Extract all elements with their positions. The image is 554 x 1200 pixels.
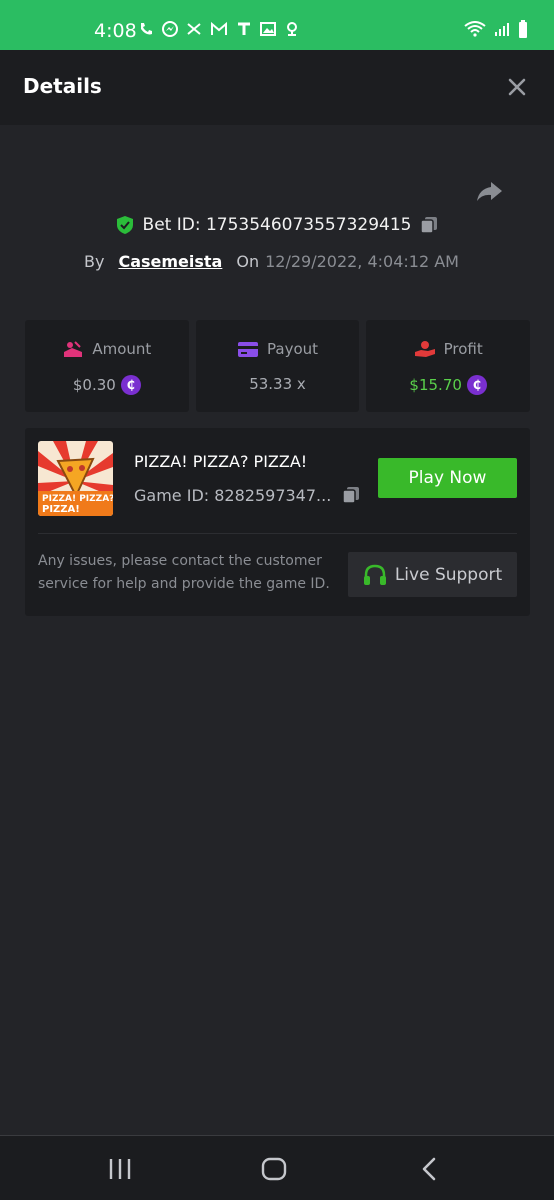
- app-icon: [187, 23, 201, 35]
- game-id: Game ID: 8282597347...: [134, 485, 332, 505]
- profit-value: $15.70: [409, 376, 462, 394]
- image-icon: [260, 22, 276, 36]
- page-title: Details: [23, 74, 102, 98]
- game-id-row: Game ID: 8282597347...: [134, 485, 361, 505]
- on-label: On: [236, 252, 260, 271]
- username-link[interactable]: Casemeista: [118, 252, 222, 271]
- profit-card: Profit $15.70 ₵: [366, 320, 531, 412]
- back-icon[interactable]: [417, 1156, 443, 1182]
- game-title: PIZZA! PIZZA? PIZZA!: [134, 452, 308, 471]
- by-label: By: [84, 252, 105, 271]
- notification-icons: [138, 21, 300, 37]
- play-now-button[interactable]: Play Now: [378, 458, 517, 498]
- bet-id-row: Bet ID: 1753546073557329415: [0, 215, 554, 243]
- system-nav-bar: [0, 1135, 554, 1200]
- live-support-button[interactable]: Live Support: [348, 552, 517, 597]
- gmail-icon: [211, 21, 227, 35]
- wifi-icon: [464, 21, 486, 37]
- status-bar: 4:08: [0, 0, 554, 50]
- profit-label: Profit: [443, 340, 483, 358]
- signal-icon: [495, 23, 509, 36]
- bet-date: 12/29/2022, 4:04:12 AM: [265, 252, 459, 271]
- recent-apps-icon[interactable]: [107, 1156, 133, 1182]
- bet-id: Bet ID: 1753546073557329415: [142, 215, 412, 235]
- game-card: PIZZA! PIZZA? PIZZA! PIZZA! PIZZA? PIZZA…: [25, 428, 530, 616]
- bet-stats: Amount $0.30 ₵ Payout 53.33 x Profit $15…: [25, 320, 531, 412]
- divider: [38, 533, 517, 534]
- amount-card: Amount $0.30 ₵: [25, 320, 189, 412]
- bet-meta-row: By Casemeista On 12/29/2022, 4:04:12 AM: [84, 252, 459, 271]
- headset-icon: [363, 564, 386, 585]
- text-icon: [238, 22, 250, 35]
- details-header: Details: [0, 50, 554, 125]
- amount-label: Amount: [92, 340, 152, 358]
- game-thumbnail[interactable]: PIZZA! PIZZA? PIZZA!: [38, 441, 113, 516]
- coin-icon: ₵: [120, 375, 141, 395]
- live-support-label: Live Support: [394, 564, 503, 585]
- payout-value: 53.33 x: [249, 375, 306, 393]
- home-icon[interactable]: [261, 1156, 287, 1182]
- amount-icon: [64, 341, 83, 357]
- battery-icon: [519, 20, 527, 38]
- profit-hand-icon: [414, 341, 435, 357]
- support-help-text: Any issues, please contact the customer …: [38, 553, 330, 592]
- system-status-icons: [464, 20, 528, 38]
- share-icon[interactable]: [474, 176, 504, 206]
- payout-card: Payout 53.33 x: [195, 320, 360, 412]
- card-icon: [238, 341, 258, 357]
- payout-label: Payout: [267, 340, 319, 358]
- copy-icon[interactable]: [419, 215, 439, 235]
- messenger-icon: [162, 21, 178, 37]
- thumb-logo-text: PIZZA! PIZZA?: [42, 494, 113, 504]
- status-time: 4:08: [94, 20, 137, 42]
- copy-icon[interactable]: [341, 485, 361, 505]
- amount-value: $0.30: [72, 376, 116, 394]
- coin-icon: ₵: [466, 375, 487, 395]
- verified-shield-icon: [116, 216, 133, 234]
- thumb-logo-text-2: PIZZA!: [42, 504, 80, 515]
- phone-icon: [141, 23, 152, 35]
- close-icon[interactable]: [508, 78, 526, 96]
- location-icon: [287, 22, 297, 36]
